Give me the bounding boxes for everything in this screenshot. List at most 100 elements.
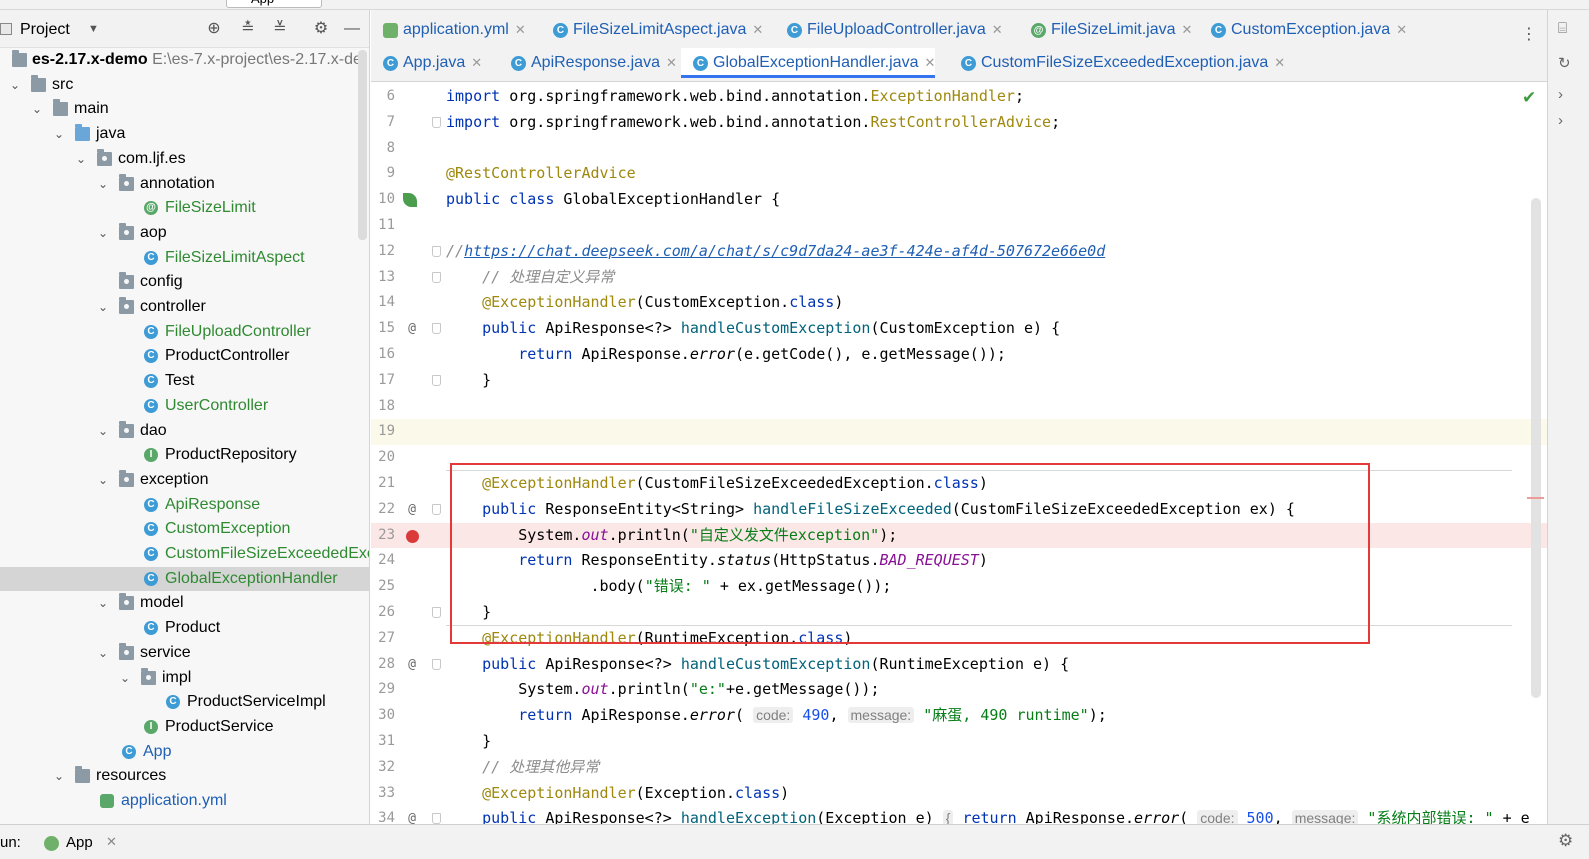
tree-item[interactable]: ⌄ com.ljf.es bbox=[0, 147, 369, 172]
line-number[interactable]: 20 bbox=[371, 445, 395, 471]
line-number[interactable]: 11 bbox=[371, 213, 395, 239]
chevron-down-icon[interactable]: ⌄ bbox=[96, 591, 110, 615]
line-number[interactable]: 6 bbox=[371, 84, 395, 110]
line-number[interactable]: 25 bbox=[371, 574, 395, 600]
tree-item[interactable]: ⌄ java bbox=[0, 122, 369, 147]
chevron-down-icon[interactable]: ⌄ bbox=[52, 764, 66, 788]
line-number[interactable]: 12 bbox=[371, 239, 395, 265]
tree-item[interactable]: C Test bbox=[0, 369, 369, 394]
fold-marker-icon[interactable] bbox=[432, 116, 441, 128]
editor-tab[interactable]: C CustomException.java ✕ bbox=[1199, 15, 1407, 45]
code-line[interactable]: 28 @ public ApiResponse<?> handleCustomEx… bbox=[371, 652, 1547, 678]
target-icon[interactable]: ⊕ bbox=[204, 19, 224, 39]
code-line[interactable]: 19 bbox=[371, 419, 1547, 446]
close-icon[interactable]: ✕ bbox=[515, 22, 526, 37]
line-number[interactable]: 19 bbox=[371, 419, 395, 445]
annotation-gutter-icon[interactable]: @ bbox=[404, 316, 420, 342]
chevron-down-icon[interactable]: ⌄ bbox=[74, 147, 88, 171]
chevron-down-icon[interactable]: ⌄ bbox=[8, 73, 22, 97]
editor-tab[interactable]: application.yml ✕ bbox=[371, 15, 526, 45]
line-number[interactable]: 24 bbox=[371, 548, 395, 574]
editor-tab[interactable]: C GlobalExceptionHandler.java ✕ bbox=[681, 48, 936, 78]
close-icon[interactable]: ✕ bbox=[992, 22, 1003, 37]
line-number[interactable]: 23 bbox=[371, 523, 395, 549]
code-line[interactable]: 17 } bbox=[371, 368, 1547, 394]
tree-item[interactable]: ⌄ exception bbox=[0, 468, 369, 493]
annotation-gutter-icon[interactable]: @ bbox=[404, 806, 420, 824]
code-line[interactable]: 8 bbox=[371, 136, 1547, 162]
collapse-all-icon[interactable]: ≚ bbox=[270, 19, 290, 39]
tree-item[interactable]: application.yml bbox=[0, 789, 369, 814]
tree-item[interactable]: @ FileSizeLimit bbox=[0, 196, 369, 221]
chevron-right-icon[interactable]: › bbox=[1558, 112, 1563, 129]
line-number[interactable]: 7 bbox=[371, 110, 395, 136]
fold-marker-icon[interactable] bbox=[432, 813, 441, 824]
project-panel-title[interactable]: Project bbox=[20, 21, 70, 39]
run-config-selector[interactable]: App bbox=[226, 0, 322, 8]
chevron-down-icon[interactable]: ⌄ bbox=[118, 666, 132, 690]
line-number[interactable]: 34 bbox=[371, 806, 395, 824]
line-number[interactable]: 10 bbox=[371, 187, 395, 213]
tree-item[interactable]: C CustomException bbox=[0, 517, 369, 542]
tree-item[interactable]: C CustomFileSizeExceededExc bbox=[0, 542, 369, 567]
editor-tab[interactable]: C App.java ✕ bbox=[371, 48, 482, 78]
close-icon[interactable]: ✕ bbox=[924, 55, 935, 70]
chevron-down-icon[interactable]: ⌄ bbox=[96, 468, 110, 492]
tree-item[interactable]: I ProductRepository bbox=[0, 443, 369, 468]
line-number[interactable]: 28 bbox=[371, 652, 395, 678]
tree-item[interactable]: C ApiResponse bbox=[0, 493, 369, 518]
close-icon[interactable]: ✕ bbox=[752, 22, 763, 37]
breakpoint-icon[interactable] bbox=[406, 529, 419, 543]
fold-marker-icon[interactable] bbox=[432, 503, 441, 515]
code-line[interactable]: 16 return ApiResponse.error(e.getCode(),… bbox=[371, 342, 1547, 368]
line-number[interactable]: 27 bbox=[371, 626, 395, 652]
tree-item[interactable]: C Product bbox=[0, 616, 369, 641]
close-icon[interactable]: ✕ bbox=[666, 55, 677, 70]
tree-item[interactable]: C ProductController bbox=[0, 344, 369, 369]
close-icon[interactable]: ✕ bbox=[1181, 22, 1192, 37]
tree-item[interactable]: I ProductService bbox=[0, 715, 369, 740]
code-line[interactable]: 34 @ public ApiResponse<?> handleExceptio… bbox=[371, 806, 1547, 824]
fold-marker-icon[interactable] bbox=[432, 245, 441, 257]
tree-item[interactable]: ⌄ impl bbox=[0, 666, 369, 691]
chevron-down-icon[interactable]: ⌄ bbox=[30, 97, 44, 121]
spring-bean-icon[interactable] bbox=[403, 193, 417, 208]
tree-item[interactable]: ⌄ resources bbox=[0, 764, 369, 789]
line-number[interactable]: 26 bbox=[371, 600, 395, 626]
line-number[interactable]: 21 bbox=[371, 471, 395, 497]
fold-marker-icon[interactable] bbox=[432, 323, 441, 335]
tree-item[interactable]: ⌄ dao bbox=[0, 419, 369, 444]
line-number[interactable]: 22 bbox=[371, 497, 395, 523]
code-editor[interactable]: 6 import org.springframework.web.bind.ann… bbox=[371, 83, 1547, 824]
editor-tab[interactable]: C ApiResponse.java ✕ bbox=[499, 48, 677, 78]
editor-tab[interactable]: C CustomFileSizeExceededException.java ✕ bbox=[949, 48, 1285, 78]
close-icon[interactable]: ✕ bbox=[106, 834, 117, 850]
tree-item[interactable]: C FileSizeLimitAspect bbox=[0, 246, 369, 271]
fold-marker-icon[interactable] bbox=[432, 658, 441, 670]
tree-item[interactable]: C ProductServiceImpl bbox=[0, 690, 369, 715]
line-number[interactable]: 13 bbox=[371, 265, 395, 291]
code-line[interactable]: 7 import org.springframework.web.bind.ann… bbox=[371, 110, 1547, 136]
hide-icon[interactable]: — bbox=[342, 19, 362, 39]
tree-item[interactable]: ⌄ main bbox=[0, 97, 369, 122]
fold-marker-icon[interactable] bbox=[432, 271, 441, 283]
tree-item[interactable]: C FileUploadController bbox=[0, 320, 369, 345]
chevron-down-icon[interactable]: ⌄ bbox=[96, 172, 110, 196]
tree-item[interactable]: ⌄ annotation bbox=[0, 172, 369, 197]
close-icon[interactable]: ✕ bbox=[471, 55, 482, 70]
line-number[interactable]: 8 bbox=[371, 136, 395, 162]
fold-marker-icon[interactable] bbox=[432, 607, 441, 618]
code-line[interactable]: 9 @RestControllerAdvice bbox=[371, 161, 1547, 187]
code-line[interactable]: 15 @ public ApiResponse<?> handleCustomEx… bbox=[371, 316, 1547, 342]
annotation-gutter-icon[interactable]: @ bbox=[404, 652, 420, 678]
tree-item[interactable]: C UserController bbox=[0, 394, 369, 419]
expand-all-icon[interactable]: ≛ bbox=[238, 19, 258, 39]
code-line[interactable]: 10 public class GlobalExceptionHandler { bbox=[371, 187, 1547, 213]
tree-item[interactable]: ⌄ model bbox=[0, 591, 369, 616]
fold-marker-icon[interactable] bbox=[432, 374, 441, 386]
gear-icon[interactable]: ⚙ bbox=[311, 19, 331, 39]
chevron-down-icon[interactable]: ⌄ bbox=[52, 122, 66, 146]
tree-item[interactable]: C GlobalExceptionHandler bbox=[0, 566, 369, 592]
code-line[interactable]: 13 // 处理自定义异常 bbox=[371, 265, 1547, 291]
chevron-down-icon[interactable]: ⌄ bbox=[96, 221, 110, 245]
